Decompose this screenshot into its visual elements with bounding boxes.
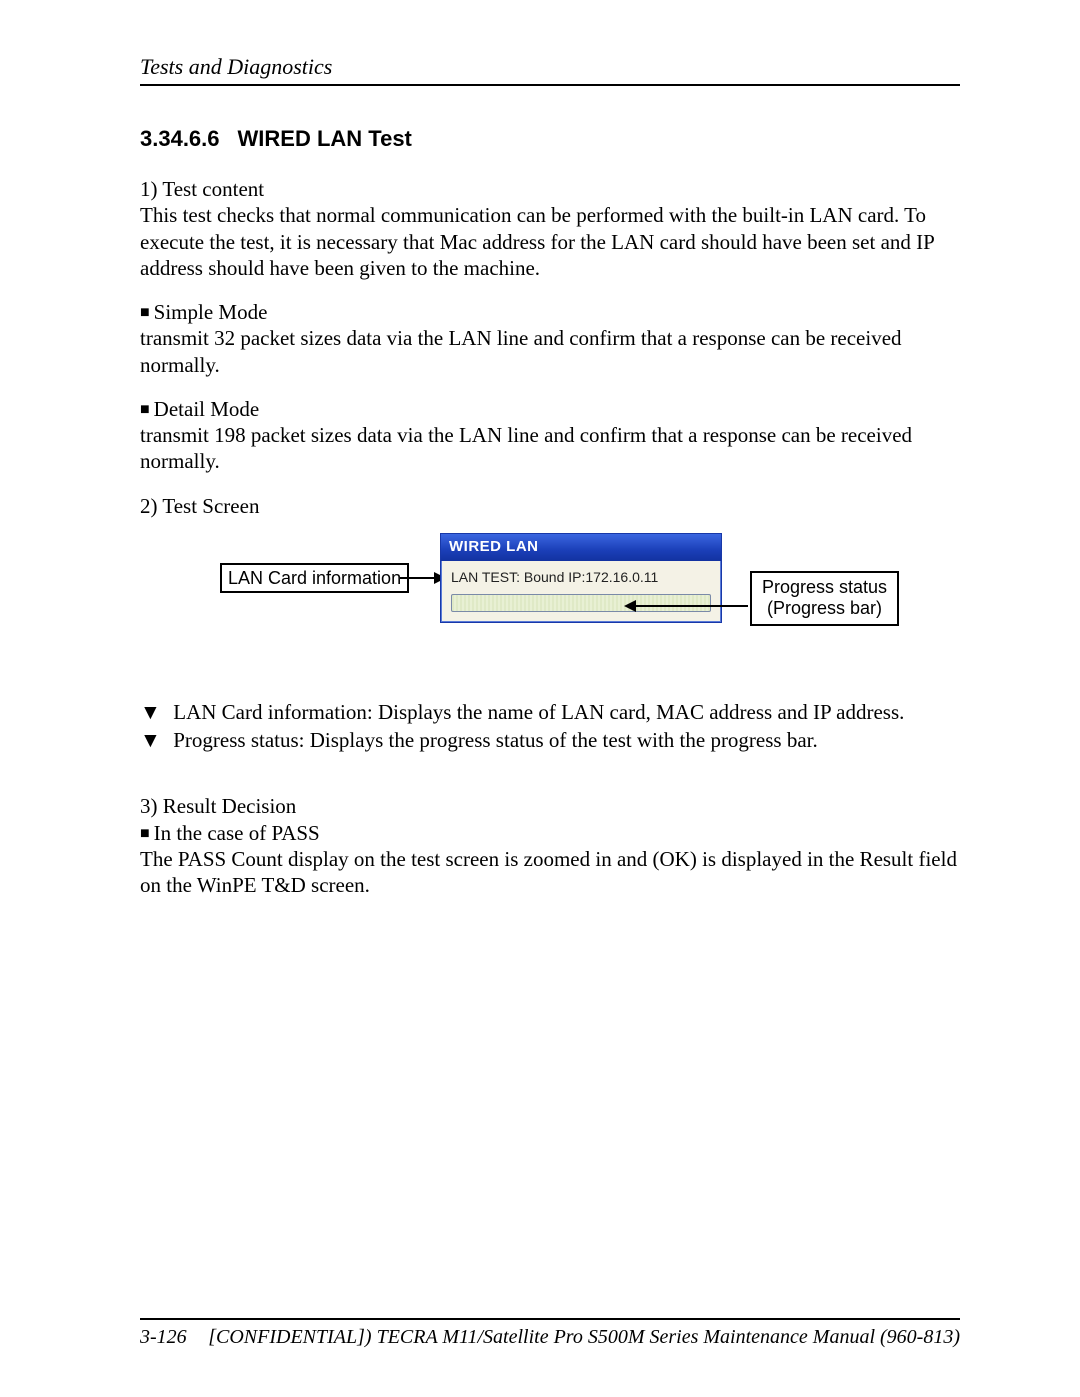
result-decision-label: 3) Result Decision xyxy=(140,793,960,819)
header-rule xyxy=(140,84,960,86)
arrow-right-icon xyxy=(400,577,444,579)
triangle-down-icon: ▼ xyxy=(140,727,168,753)
simple-mode-body: transmit 32 packet sizes data via the LA… xyxy=(140,325,960,378)
running-header: Tests and Diagnostics xyxy=(140,54,960,80)
pass-case-body: The PASS Count display on the test scree… xyxy=(140,846,960,899)
detail-mode-heading: Detail Mode xyxy=(140,396,960,422)
document-page: Tests and Diagnostics 3.34.6.6 WIRED LAN … xyxy=(0,0,1080,1397)
lan-card-info-label: LAN Card information xyxy=(220,563,409,594)
progress-status-label: Progress status (Progress bar) xyxy=(750,571,899,626)
window-titlebar: WIRED LAN xyxy=(441,534,721,561)
section-heading: 3.34.6.6 WIRED LAN Test xyxy=(140,126,960,152)
lan-test-status-text: LAN TEST: Bound IP:172.16.0.11 xyxy=(451,569,711,587)
page-number: 3-126 xyxy=(140,1326,187,1349)
window-body: LAN TEST: Bound IP:172.16.0.11 xyxy=(441,561,721,623)
test-content-label: 1) Test content xyxy=(140,176,960,202)
simple-mode-heading: Simple Mode xyxy=(140,299,960,325)
test-content-body: This test checks that normal communicati… xyxy=(140,202,960,281)
section-title: WIRED LAN Test xyxy=(238,126,412,151)
triangle-down-icon: ▼ xyxy=(140,699,168,725)
progress-bar xyxy=(451,594,711,612)
arrow-left-icon xyxy=(626,605,748,607)
progress-status-label-line1: Progress status xyxy=(762,577,887,599)
test-screen-label: 2) Test Screen xyxy=(140,493,960,519)
body-text: 1) Test content This test checks that no… xyxy=(140,176,960,898)
diagram-desc-1: ▼ LAN Card information: Displays the nam… xyxy=(140,699,960,725)
footer-text: [CONFIDENTIAL]) TECRA M11/Satellite Pro … xyxy=(208,1326,960,1349)
section-number: 3.34.6.6 xyxy=(140,126,220,151)
test-screen-diagram: LAN Card information WIRED LAN LAN TEST:… xyxy=(180,533,960,663)
pass-case-heading: In the case of PASS xyxy=(140,820,960,846)
detail-mode-body: transmit 198 packet sizes data via the L… xyxy=(140,422,960,475)
footer-rule xyxy=(140,1318,960,1320)
progress-status-label-line2: (Progress bar) xyxy=(762,598,887,620)
page-footer: 3-126 [CONFIDENTIAL]) TECRA M11/Satellit… xyxy=(140,1318,960,1349)
diagram-desc-2: ▼ Progress status: Displays the progress… xyxy=(140,727,960,753)
wired-lan-window: WIRED LAN LAN TEST: Bound IP:172.16.0.11 xyxy=(440,533,722,623)
